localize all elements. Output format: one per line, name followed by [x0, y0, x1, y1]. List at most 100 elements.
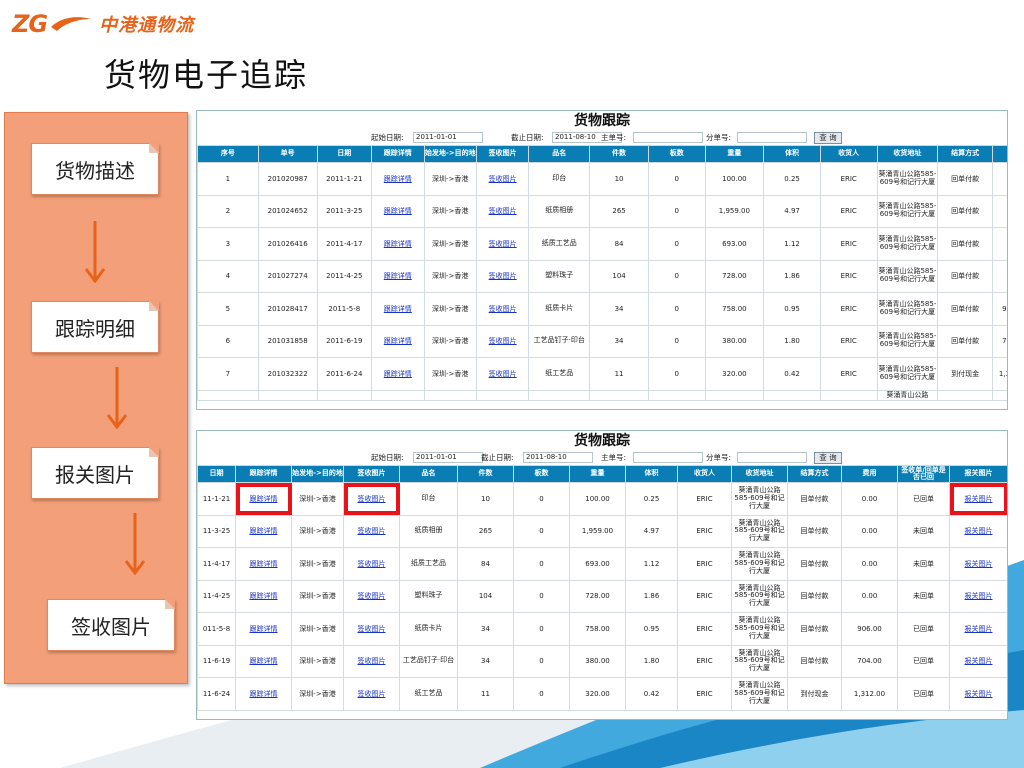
table-cell: 回单付款 [937, 259, 993, 293]
tracking-detail-link[interactable]: 跟踪详情 [384, 272, 412, 280]
tracking-detail-link[interactable]: 跟踪详情 [250, 592, 278, 600]
sub-no-input[interactable] [737, 452, 807, 463]
column-header: 签收单/回单是否已回 [897, 465, 950, 483]
table-cell: 1.12 [625, 547, 678, 581]
table-cell: 11 [457, 677, 514, 711]
flow-panel: 货物描述 跟踪明细 报关图片 签收图片 [4, 112, 188, 684]
column-header: 单号 [257, 145, 318, 163]
signed-image-link[interactable]: 签收图片 [358, 592, 386, 600]
signed-image-link[interactable]: 签收图片 [358, 560, 386, 568]
master-no-input[interactable] [633, 132, 703, 143]
master-no-label: 主单号: [601, 133, 627, 142]
table-cell: 跟踪详情 [371, 194, 425, 228]
customs-image-link[interactable]: 报关图片 [965, 625, 993, 633]
tracking-detail-link[interactable]: 跟踪详情 [250, 560, 278, 568]
customs-image-link[interactable]: 报关图片 [965, 560, 993, 568]
table-row: 2 201024652 2011-3-25 跟踪详情 深圳->香港 签收图片 纸质相册 265… [197, 194, 1007, 228]
table-cell: 签收图片 [343, 547, 400, 581]
start-date-label: 起始日期: [371, 133, 404, 142]
table-cell: 未回单 [897, 579, 950, 613]
customs-image-link[interactable]: 报关图片 [965, 592, 993, 600]
column-header: 签收图片 [475, 145, 530, 163]
table-cell: 1.86 [763, 259, 821, 293]
signed-image-link[interactable]: 签收图片 [358, 625, 386, 633]
flow-step-cargo-description[interactable]: 货物描述 [31, 143, 159, 195]
tracking-detail-link[interactable]: 跟踪详情 [250, 657, 278, 665]
table-cell: 葵涌青山公路585-609号和记行大厦 [876, 357, 939, 391]
query-button[interactable]: 查 询 [814, 452, 842, 464]
table-cell: 回单付款 [787, 547, 842, 581]
signed-image-link[interactable]: 签收图片 [489, 207, 517, 215]
signed-image-link[interactable]: 签收图片 [358, 657, 386, 665]
tracking-detail-link[interactable]: 跟踪详情 [384, 207, 412, 215]
table-cell [704, 389, 765, 401]
signed-image-link[interactable]: 签收图片 [489, 175, 517, 183]
table-cell: 0.00 [991, 162, 1007, 196]
tracking-detail-link[interactable]: 跟踪详情 [250, 690, 278, 698]
table-cell: 693.00 [569, 547, 626, 581]
tracking-detail-link[interactable]: 跟踪详情 [384, 337, 412, 345]
table-cell [475, 389, 530, 401]
flow-step-customs-image[interactable]: 报关图片 [31, 447, 159, 499]
start-date-input[interactable]: 2011-01-01 [413, 132, 483, 143]
table-cell [647, 389, 706, 401]
signed-image-link[interactable]: 签收图片 [489, 240, 517, 248]
master-no-input[interactable] [633, 452, 703, 463]
table-cell: 4 [197, 259, 259, 293]
table-cell: 6 [197, 324, 259, 358]
query-button[interactable]: 查 询 [814, 132, 842, 144]
table-cell: 0 [647, 324, 706, 358]
column-header: 重量 [704, 145, 765, 163]
table-row: 3 201026416 2011-4-17 跟踪详情 深圳->香港 签收图片 纸质工艺品 84… [197, 227, 1007, 261]
table-cell: 回单付款 [787, 644, 842, 678]
signed-image-link[interactable]: 签收图片 [358, 690, 386, 698]
sub-no-input[interactable] [737, 132, 807, 143]
customs-image-link[interactable]: 报关图片 [965, 527, 993, 535]
table-cell: 深圳->香港 [291, 677, 344, 711]
signed-image-link[interactable]: 签收图片 [358, 527, 386, 535]
table-cell: 已回单 [897, 482, 950, 516]
table-cell: 0.95 [763, 292, 821, 326]
table-cell: 葵涌青山公路585-609号和记行大厦 [731, 482, 788, 516]
table-cell: 签收图片 [475, 227, 530, 261]
signed-image-link[interactable]: 签收图片 [489, 272, 517, 280]
signed-image-link[interactable]: 签收图片 [489, 305, 517, 313]
tracking-detail-link[interactable]: 跟踪详情 [384, 240, 412, 248]
end-date-input[interactable]: 2011-08-10 [523, 452, 593, 463]
tracking-detail-link[interactable]: 跟踪详情 [250, 495, 278, 503]
tracking-detail-link[interactable]: 跟踪详情 [250, 625, 278, 633]
signed-image-link[interactable]: 签收图片 [489, 370, 517, 378]
table-cell: 回单付款 [787, 514, 842, 548]
table-cell: ERIC [819, 357, 878, 391]
table-cell: 011-5-8 [197, 612, 236, 646]
customs-image-link[interactable]: 报关图片 [965, 495, 993, 503]
table-cell: 报关图片 [949, 514, 1007, 548]
table-cell: 跟踪详情 [371, 324, 425, 358]
table-cell: 265 [589, 194, 649, 228]
table-row: 1 201020987 2011-1-21 跟踪详情 深圳->香港 签收图片 印台 10 0 10… [197, 162, 1007, 196]
signed-image-link[interactable]: 签收图片 [358, 495, 386, 503]
table-cell: 深圳->香港 [423, 292, 477, 326]
customs-image-link[interactable]: 报关图片 [965, 690, 993, 698]
tracking-detail-link[interactable]: 跟踪详情 [384, 175, 412, 183]
column-header: 费用 [841, 465, 898, 483]
down-arrow-icon [106, 367, 128, 429]
tracking-detail-link[interactable]: 跟踪详情 [250, 527, 278, 535]
table-cell: 1,959.00 [569, 514, 626, 548]
table-cell: 11-4-25 [197, 579, 236, 613]
start-date-input[interactable]: 2011-01-01 [413, 452, 483, 463]
flow-step-tracking-detail[interactable]: 跟踪明细 [31, 301, 159, 353]
table-cell: 728.00 [704, 259, 765, 293]
table-cell: ERIC [819, 162, 878, 196]
table-cell: ERIC [677, 677, 732, 711]
flow-step-signed-image[interactable]: 签收图片 [47, 599, 175, 651]
table-row: 011-5-8 跟踪详情 深圳->香港 签收图片 纸质卡片 34 0 758.00 0.95 ER… [197, 612, 1007, 646]
tracking-detail-link[interactable]: 跟踪详情 [384, 305, 412, 313]
table-cell: 0 [513, 482, 570, 516]
table-cell: 5 [197, 292, 259, 326]
tracking-detail-link[interactable]: 跟踪详情 [384, 370, 412, 378]
customs-image-link[interactable]: 报关图片 [965, 657, 993, 665]
signed-image-link[interactable]: 签收图片 [489, 337, 517, 345]
table-cell: 签收图片 [343, 482, 400, 516]
table-cell: 906.00 [991, 292, 1007, 326]
